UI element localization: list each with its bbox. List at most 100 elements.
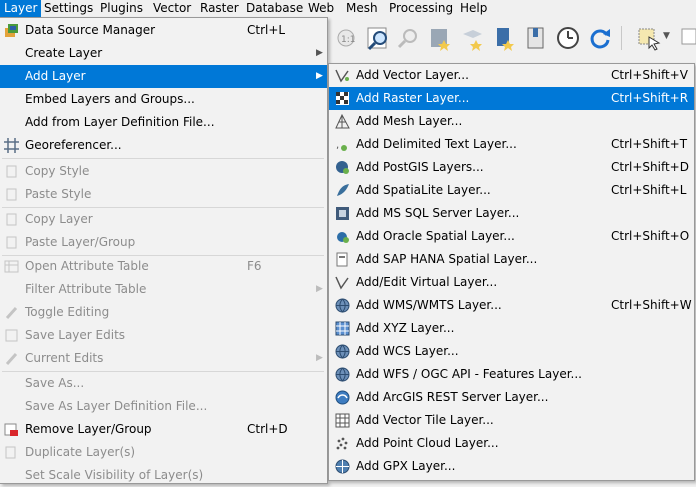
paste-layer-icon (6, 236, 17, 249)
menu-item-save-as-layer-definition[interactable]: Save As Layer Definition File... (0, 395, 327, 418)
virtual-layer-icon (335, 276, 349, 290)
globe-icon (335, 367, 350, 382)
oracle-icon (337, 232, 349, 243)
menu-item-create-layer[interactable]: Create Layer ▶ (0, 42, 327, 65)
book-icon[interactable] (523, 25, 549, 51)
menu-item-current-edits[interactable]: Current Edits ▶ (0, 347, 327, 370)
menu-item-toggle-editing[interactable]: Toggle Editing (0, 301, 327, 324)
sap-hana-icon (336, 252, 348, 267)
menu-item-add-mesh-layer[interactable]: Add Mesh Layer... (329, 110, 694, 133)
select-features-icon[interactable] (635, 25, 661, 51)
toolbar-separator (621, 26, 622, 50)
chevron-down-icon[interactable]: ▼ (663, 31, 670, 41)
menu-item-add-raster-layer[interactable]: Add Raster Layer... Ctrl+Shift+R (329, 87, 694, 110)
menu-item-add-oracle-spatial-layer[interactable]: Add Oracle Spatial Layer... Ctrl+Shift+O (329, 225, 694, 248)
postgis-icon (336, 161, 349, 174)
menu-item-add-wfs-layer[interactable]: Add WFS / OGC API - Features Layer... (329, 363, 694, 386)
menu-separator (2, 158, 324, 159)
globe-icon (335, 298, 350, 313)
menu-web[interactable]: Web (304, 0, 338, 17)
georeferencer-icon (4, 138, 19, 153)
chevron-right-icon: ▶ (316, 48, 323, 58)
save-edits-icon (5, 329, 18, 342)
layer-menu: Data Source Manager Ctrl+L Create Layer … (0, 17, 328, 484)
menu-item-save-layer-edits[interactable]: Save Layer Edits (0, 324, 327, 347)
gpx-icon (335, 459, 350, 474)
data-source-manager-icon (5, 24, 18, 37)
mssql-icon (336, 207, 349, 220)
attribute-table-icon (4, 260, 19, 273)
menu-item-add-arcgis-rest-layer[interactable]: Add ArcGIS REST Server Layer... (329, 386, 694, 409)
menu-item-copy-style[interactable]: Copy Style (0, 160, 327, 183)
menu-help[interactable]: Help (456, 0, 491, 17)
menu-item-add-point-cloud-layer[interactable]: Add Point Cloud Layer... (329, 432, 694, 455)
menu-item-add-postgis-layers[interactable]: Add PostGIS Layers... Ctrl+Shift+D (329, 156, 694, 179)
menu-item-embed-layers[interactable]: Embed Layers and Groups... (0, 88, 327, 111)
menu-database[interactable]: Database (242, 0, 307, 17)
menu-item-duplicate-layers[interactable]: Duplicate Layer(s) (0, 441, 327, 464)
zoom-last-icon[interactable] (395, 25, 421, 51)
mesh-layer-icon (335, 114, 350, 129)
delimited-text-icon: , (336, 140, 347, 151)
copy-layer-icon (6, 213, 17, 226)
menu-item-set-scale-visibility[interactable]: Set Scale Visibility of Layer(s) (0, 464, 327, 487)
menu-item-georeferencer[interactable]: Georeferencer... (0, 134, 327, 157)
chevron-right-icon: ▶ (316, 71, 323, 81)
menu-item-add-vector-layer[interactable]: Add Vector Layer... Ctrl+Shift+V (329, 64, 694, 87)
menu-vector[interactable]: Vector (149, 0, 195, 17)
menu-mesh[interactable]: Mesh (342, 0, 382, 17)
deselect-icon[interactable] (679, 25, 696, 51)
zoom-to-layer-icon[interactable] (365, 25, 391, 51)
add-layer-submenu: Add Vector Layer... Ctrl+Shift+V Add Ras… (328, 63, 695, 481)
bookmark-icon[interactable] (491, 25, 517, 51)
menu-item-save-as[interactable]: Save As... (0, 372, 327, 395)
menu-item-add-xyz-layer[interactable]: Add XYZ Layer... (329, 317, 694, 340)
copy-style-icon (6, 165, 17, 178)
clock-icon[interactable] (555, 25, 581, 51)
pencil-icon (5, 306, 18, 320)
menu-item-add-spatialite-layer[interactable]: Add SpatiaLite Layer... Ctrl+Shift+L (329, 179, 694, 202)
menu-item-add-delimited-text-layer[interactable]: , Add Delimited Text Layer... Ctrl+Shift… (329, 133, 694, 156)
globe-icon (335, 344, 350, 359)
menu-item-add-virtual-layer[interactable]: Add/Edit Virtual Layer... (329, 271, 694, 294)
menu-raster[interactable]: Raster (196, 0, 243, 17)
menu-item-paste-style[interactable]: Paste Style (0, 183, 327, 206)
menu-plugins[interactable]: Plugins (96, 0, 147, 17)
svg-text:,: , (336, 140, 339, 151)
menu-item-add-wms-wmts-layer[interactable]: Add WMS/WMTS Layer... Ctrl+Shift+W (329, 294, 694, 317)
menu-item-copy-layer[interactable]: Copy Layer (0, 208, 327, 231)
menu-item-add-sap-hana-layer[interactable]: Add SAP HANA Spatial Layer... (329, 248, 694, 271)
menu-item-remove-layer[interactable]: Remove Layer/Group Ctrl+D (0, 418, 327, 441)
menu-item-filter-attribute-table[interactable]: Filter Attribute Table ▶ (0, 278, 327, 301)
refresh-icon[interactable] (587, 25, 613, 51)
remove-layer-icon (4, 423, 18, 436)
zoom-scale-icon[interactable]: 1:1 (333, 25, 359, 51)
vector-layer-icon (335, 69, 349, 83)
map-toolbar: 1:1 ▼ (323, 18, 696, 58)
menu-item-add-mssql-layer[interactable]: Add MS SQL Server Layer... (329, 202, 694, 225)
menu-item-open-attribute-table[interactable]: Open Attribute Table F6 (0, 255, 327, 278)
current-edits-icon (5, 352, 18, 366)
menu-item-paste-layer[interactable]: Paste Layer/Group (0, 231, 327, 254)
spatialite-icon (337, 184, 349, 196)
menu-item-add-gpx-layer[interactable]: Add GPX Layer... (329, 455, 694, 478)
menu-processing[interactable]: Processing (385, 0, 457, 17)
svg-text:1:1: 1:1 (341, 35, 355, 45)
duplicate-layer-icon (5, 446, 16, 459)
new-bookmark-icon[interactable] (427, 25, 453, 51)
menu-layer[interactable]: Layer (0, 0, 42, 17)
chevron-right-icon: ▶ (316, 353, 323, 363)
menu-settings[interactable]: Settings (40, 0, 97, 17)
raster-layer-icon (336, 92, 349, 105)
menu-item-add-from-layer-definition[interactable]: Add from Layer Definition File... (0, 111, 327, 134)
menu-item-add-vector-tile-layer[interactable]: Add Vector Tile Layer... (329, 409, 694, 432)
point-cloud-icon (336, 437, 348, 450)
menu-item-data-source-manager[interactable]: Data Source Manager Ctrl+L (0, 19, 327, 42)
xyz-tiles-icon (335, 321, 350, 336)
menu-item-add-layer[interactable]: Add Layer ▶ (0, 65, 327, 88)
menu-bar: Layer Settings Plugins Vector Raster Dat… (0, 0, 696, 18)
menu-item-add-wcs-layer[interactable]: Add WCS Layer... (329, 340, 694, 363)
vector-tile-icon (335, 413, 350, 428)
arcgis-icon (335, 390, 350, 405)
show-bookmarks-icon[interactable] (459, 25, 485, 51)
